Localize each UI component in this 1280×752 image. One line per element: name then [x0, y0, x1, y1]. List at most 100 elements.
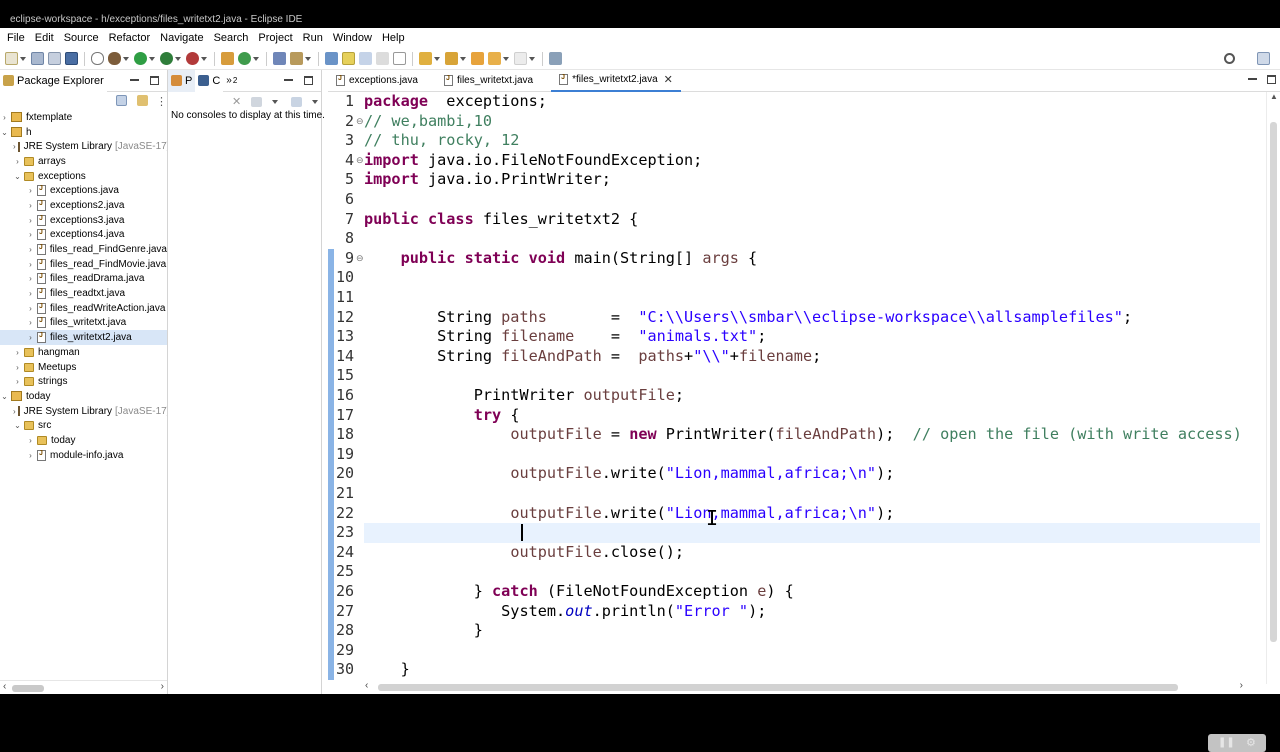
dropdown-icon[interactable]	[305, 56, 311, 61]
tree-item[interactable]: › files_readWriteAction.java	[0, 301, 167, 316]
vertical-scrollbar[interactable]: ▲	[1266, 92, 1280, 684]
menu-window[interactable]: Window	[328, 28, 377, 48]
tree-item[interactable]: › exceptions4.java	[0, 228, 167, 243]
editor-tab[interactable]: *files_writetxt2.java ✕	[551, 69, 681, 92]
dropdown-icon[interactable]	[312, 99, 319, 104]
menu-search[interactable]: Search	[209, 28, 254, 48]
settings-icon[interactable]: ⚙	[1246, 736, 1256, 749]
tree-item[interactable]: › files_writetxt2.java	[0, 330, 167, 345]
terminal-icon[interactable]	[65, 52, 78, 65]
tree-item[interactable]: › JRE System Library [JavaSE-17]	[0, 404, 167, 419]
back-icon[interactable]	[488, 52, 501, 65]
prev-annotation-icon[interactable]	[445, 52, 458, 65]
tree-item[interactable]: › Meetups	[0, 360, 167, 375]
tree-item[interactable]: › fxtemplate	[0, 110, 167, 125]
save-all-icon[interactable]	[48, 52, 61, 65]
fold-toggle-icon[interactable]: ⊖	[356, 116, 364, 127]
dropdown-icon[interactable]	[20, 56, 26, 61]
dropdown-icon[interactable]	[201, 56, 207, 61]
view-menu-icon[interactable]: ⋮	[156, 95, 167, 108]
menu-run[interactable]: Run	[298, 28, 328, 48]
chevron-right-icon[interactable]: ›	[26, 230, 35, 239]
chevron-right-icon[interactable]: ›	[26, 201, 35, 210]
scroll-thumb[interactable]	[1270, 122, 1277, 642]
highlight-icon[interactable]	[342, 52, 355, 65]
tree-item[interactable]: ⌄ exceptions	[0, 169, 167, 184]
tree-item[interactable]: ⌄ today	[0, 389, 167, 404]
save-icon[interactable]	[31, 52, 44, 65]
tree-item[interactable]: ⌄ h	[0, 125, 167, 140]
scroll-thumb[interactable]	[378, 684, 1178, 691]
tree-item[interactable]: › files_read_FindMovie.java	[0, 257, 167, 272]
chevron-right-icon[interactable]: ›	[26, 216, 35, 225]
search-tool-icon[interactable]	[290, 52, 303, 65]
forward-icon[interactable]	[514, 52, 527, 65]
collapse-all-icon[interactable]	[116, 95, 127, 106]
chevron-down-icon[interactable]: ⌄	[13, 421, 22, 430]
scroll-right-icon[interactable]: ›	[1240, 680, 1243, 691]
minimize-icon[interactable]	[1248, 75, 1257, 80]
tab-p[interactable]: P	[168, 69, 196, 92]
clear-console-icon[interactable]: ✕	[232, 95, 241, 108]
code-text[interactable]: package exceptions;// we,bambi,10// thu,…	[364, 92, 1260, 682]
tree-item[interactable]: › files_readDrama.java	[0, 272, 167, 287]
perspective-icon[interactable]	[1257, 52, 1270, 65]
dropdown-icon[interactable]	[272, 99, 279, 104]
menu-file[interactable]: File	[2, 28, 30, 48]
chevron-right-icon[interactable]: ›	[26, 333, 35, 342]
horizontal-scrollbar[interactable]: ‹ ›	[364, 680, 1244, 694]
menu-help[interactable]: Help	[377, 28, 410, 48]
chevron-right-icon[interactable]: ›	[26, 186, 35, 195]
tree-item[interactable]: › JRE System Library [JavaSE-17]	[0, 139, 167, 154]
dropdown-icon[interactable]	[434, 56, 440, 61]
chevron-right-icon[interactable]: ›	[13, 142, 16, 151]
show-whitespace-icon[interactable]	[393, 52, 406, 65]
next-annotation-icon[interactable]	[419, 52, 432, 65]
tree-item[interactable]: › files_writetxt.java	[0, 316, 167, 331]
editor-tab[interactable]: files_writetxt.java	[436, 70, 541, 92]
last-edit-icon[interactable]	[471, 52, 484, 65]
run-icon[interactable]	[134, 52, 147, 65]
chevron-down-icon[interactable]: ⌄	[0, 128, 9, 137]
pause-icon[interactable]: ❚❚	[1218, 737, 1235, 748]
link-with-editor-icon[interactable]	[137, 95, 148, 106]
scroll-left-icon[interactable]: ‹	[3, 681, 6, 692]
tree-item[interactable]: › files_read_FindGenre.java	[0, 242, 167, 257]
dropdown-icon[interactable]	[149, 56, 155, 61]
console-view-icon[interactable]	[251, 96, 263, 107]
chevron-right-icon[interactable]: ›	[26, 289, 35, 298]
tree-item[interactable]: › exceptions.java	[0, 183, 167, 198]
chevron-right-icon[interactable]: ›	[26, 245, 35, 254]
video-controls-overlay[interactable]: ❚❚ ⚙	[1208, 734, 1266, 752]
tree-item[interactable]: › exceptions3.java	[0, 213, 167, 228]
minimize-icon[interactable]	[130, 76, 139, 81]
fold-toggle-icon[interactable]: ⊖	[356, 155, 364, 166]
tree-item[interactable]: › arrays	[0, 154, 167, 169]
dropdown-icon[interactable]	[529, 56, 535, 61]
tree-item[interactable]: › today	[0, 433, 167, 448]
chevron-right-icon[interactable]: ›	[26, 318, 35, 327]
chevron-right-icon[interactable]: ›	[13, 363, 22, 372]
chevron-right-icon[interactable]: ›	[26, 274, 35, 283]
tab-more[interactable]: » 2	[223, 70, 240, 92]
chevron-right-icon[interactable]: ›	[26, 260, 35, 269]
minimize-icon[interactable]	[284, 76, 293, 81]
maximize-icon[interactable]	[304, 76, 313, 85]
tree-item[interactable]: › files_readtxt.java	[0, 286, 167, 301]
scroll-thumb[interactable]	[12, 685, 44, 692]
open-console-icon[interactable]	[291, 96, 303, 107]
close-icon[interactable]: ✕	[664, 73, 673, 86]
menu-project[interactable]: Project	[253, 28, 297, 48]
tree-item[interactable]: › hangman	[0, 345, 167, 360]
maximize-icon[interactable]	[1267, 75, 1276, 84]
skip-breakpoints-icon[interactable]	[91, 52, 104, 65]
scroll-right-icon[interactable]: ›	[161, 681, 164, 692]
chevron-down-icon[interactable]: ⌄	[0, 392, 9, 401]
new-package-icon[interactable]	[221, 52, 234, 65]
open-type-icon[interactable]	[273, 52, 286, 65]
chevron-right-icon[interactable]: ›	[0, 113, 9, 122]
chevron-down-icon[interactable]: ⌄	[13, 172, 22, 181]
link-editor-icon[interactable]	[325, 52, 338, 65]
dropdown-icon[interactable]	[460, 56, 466, 61]
tree-item[interactable]: › strings	[0, 374, 167, 389]
